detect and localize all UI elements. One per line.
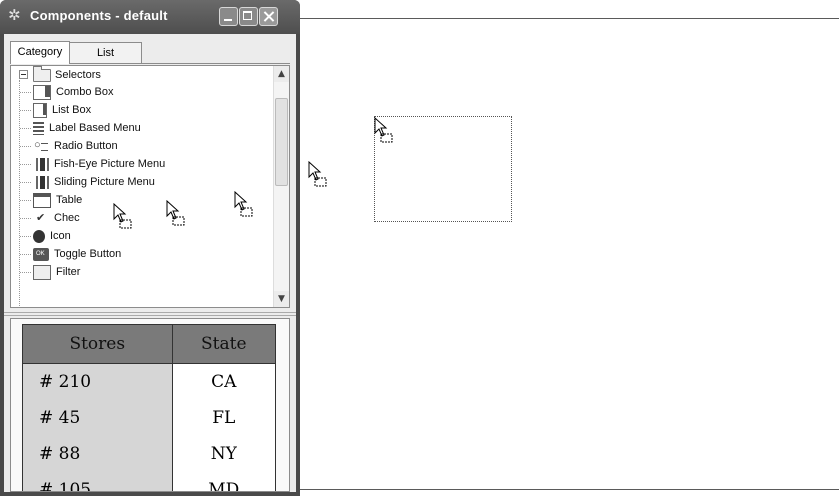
canvas-top-border: [300, 18, 839, 19]
canvas-bottom-border: [300, 489, 839, 490]
tree-item-label: Chec: [54, 212, 80, 224]
tree-item-label: Toggle Button: [54, 248, 122, 260]
tree-item-table[interactable]: Table: [20, 191, 83, 209]
tree-item-label: Fish-Eye Picture Menu: [54, 158, 166, 170]
close-button[interactable]: [259, 7, 278, 26]
table-header-row: Stores State: [22, 324, 277, 364]
table-row: # 210 CA: [22, 363, 277, 400]
component-tree: Selectors Combo Box List Box Label Based…: [10, 65, 290, 308]
table-cell: # 45: [22, 400, 173, 436]
tree-item-filter[interactable]: Filter: [20, 263, 81, 281]
tree-item-label: Combo Box: [56, 86, 114, 98]
table-row: # 105 MD: [22, 472, 277, 491]
label-menu-icon: [33, 121, 44, 135]
toggle-button-icon: [33, 247, 49, 261]
drop-target-outline[interactable]: [374, 116, 512, 222]
table-cell: # 105: [22, 472, 173, 491]
radio-button-icon: [33, 136, 49, 154]
tree-item-label: Filter: [56, 266, 81, 278]
component-preview: Stores State # 210 CA # 45 FL # 88 NY # …: [10, 318, 290, 492]
drag-cursor-icon: [374, 117, 393, 143]
table-row: # 45 FL: [22, 400, 277, 436]
folder-icon: [33, 66, 51, 82]
table-cell: NY: [171, 436, 277, 472]
table-cell: # 88: [22, 436, 173, 472]
tree-node-label: Selectors: [55, 69, 101, 81]
pane-splitter[interactable]: [4, 312, 296, 316]
tree-item-label-based-menu[interactable]: Label Based Menu: [20, 119, 141, 137]
table-header-cell: Stores: [22, 324, 173, 364]
tab-category[interactable]: Category: [10, 41, 70, 64]
sliding-menu-icon: [33, 175, 49, 189]
table-row: # 88 NY: [22, 436, 277, 472]
scroll-thumb[interactable]: [275, 98, 288, 186]
tree-item-list-box[interactable]: List Box: [20, 101, 92, 119]
table-cell: MD: [171, 472, 277, 491]
scroll-up-button[interactable]: ▲: [274, 66, 289, 82]
window-client: Category List Selectors Combo Box List B…: [4, 34, 296, 492]
components-window: ✲ Components - default Category List Sel…: [0, 0, 300, 496]
tree-item-label: Table: [56, 194, 83, 206]
tab-list[interactable]: List: [70, 42, 142, 63]
tree-item-label: Label Based Menu: [49, 122, 141, 134]
tree-item-fish-eye-picture-menu[interactable]: Fish-Eye Picture Menu: [20, 155, 166, 173]
fisheye-menu-icon: [33, 157, 49, 171]
tree-item-label: Sliding Picture Menu: [54, 176, 155, 188]
check-box-icon: [33, 209, 49, 227]
tree-item-check-box[interactable]: Chec: [20, 209, 80, 227]
combo-box-icon: [33, 84, 51, 100]
table-header-cell: State: [171, 324, 277, 364]
tree-item-label: Radio Button: [54, 140, 118, 152]
tree-item-toggle-button[interactable]: Toggle Button: [20, 245, 122, 263]
collapse-icon[interactable]: [19, 70, 28, 79]
tree-item-combo-box[interactable]: Combo Box: [20, 83, 114, 101]
drag-cursor-icon: [113, 203, 132, 229]
filter-icon: [33, 264, 51, 280]
minimize-button[interactable]: [219, 7, 238, 26]
icon-icon: [33, 229, 45, 243]
list-box-icon: [33, 102, 47, 118]
table-cell: FL: [171, 400, 277, 436]
tree-node-selectors[interactable]: Selectors: [15, 66, 215, 84]
gear-icon: ✲: [8, 6, 21, 24]
tree-item-radio-button[interactable]: Radio Button: [20, 136, 118, 155]
tree-item-icon[interactable]: Icon: [20, 227, 71, 245]
tree-item-label: Icon: [50, 230, 71, 242]
table-cell: CA: [171, 363, 277, 400]
tree-scrollbar[interactable]: ▲ ▼: [273, 66, 289, 307]
preview-table: Stores State # 210 CA # 45 FL # 88 NY # …: [22, 324, 277, 491]
tree-item-label: List Box: [52, 104, 92, 116]
chevron-up-icon: ▲: [278, 69, 285, 79]
window-title: Components - default: [30, 8, 168, 23]
drag-cursor-icon: [234, 191, 253, 217]
table-cell: # 210: [22, 363, 173, 400]
drag-cursor-icon: [166, 200, 185, 226]
scroll-down-button[interactable]: ▼: [274, 291, 289, 307]
chevron-down-icon: ▼: [278, 294, 285, 304]
tree-guide-line: [19, 80, 20, 307]
maximize-button[interactable]: [239, 7, 258, 26]
table-icon: [33, 192, 51, 208]
title-bar[interactable]: ✲ Components - default: [0, 0, 300, 34]
drag-cursor-icon: [308, 161, 327, 187]
tree-item-sliding-picture-menu[interactable]: Sliding Picture Menu: [20, 173, 155, 191]
